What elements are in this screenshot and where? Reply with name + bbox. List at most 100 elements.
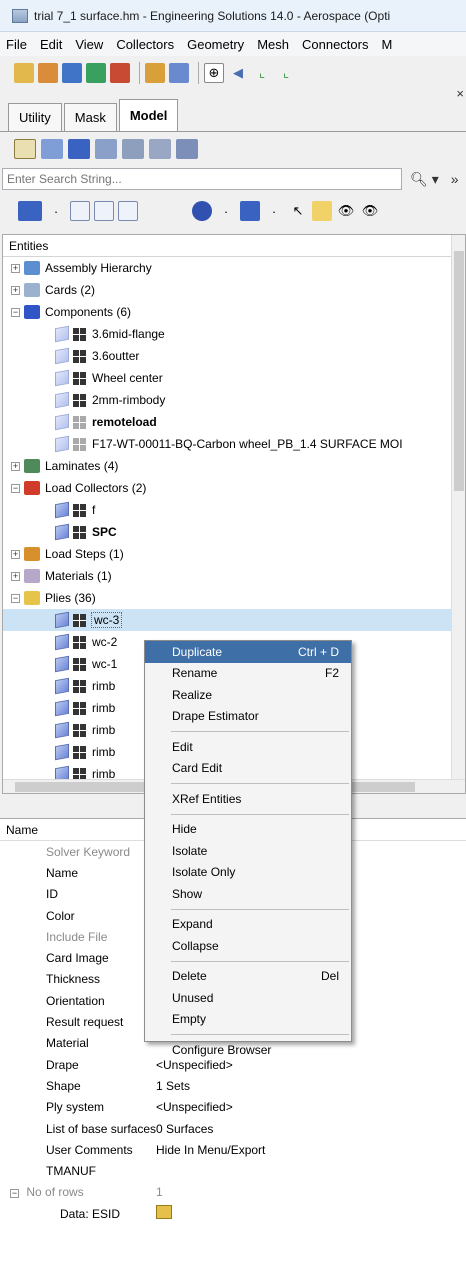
mesh-display-icon[interactable] [73,371,86,385]
tab-mask[interactable]: Mask [63,103,117,131]
tree-row-cards[interactable]: + Cards (2) [3,279,465,301]
axis-x-icon[interactable]: ⌞ [252,63,272,83]
component-visibility-icon[interactable] [55,743,69,761]
collapse-icon[interactable]: − [10,1189,19,1199]
mesh-display-icon[interactable] [73,503,86,517]
zoom-icon[interactable]: ⊕ [204,63,224,83]
display-mode-icon[interactable] [192,201,212,221]
component-view-icon[interactable] [68,139,90,159]
component-visibility-icon[interactable] [55,677,69,695]
menu-view[interactable]: View [75,37,103,52]
menu-item-delete[interactable]: Delete Del [145,966,351,988]
dropdown-arrow-icon[interactable]: · [216,201,236,221]
menu-item-duplicate[interactable]: Duplicate Ctrl + D [145,641,351,663]
tree-row-component[interactable]: 3.6mid-flange [3,323,465,345]
mesh-display-icon[interactable] [73,437,86,451]
tree-row-plies[interactable]: − Plies (36) [3,587,465,609]
component-select-icon[interactable] [240,201,260,221]
mesh-display-icon[interactable] [73,635,86,649]
menu-item-collapse[interactable]: Collapse [145,935,351,957]
tree-row-laminates[interactable]: + Laminates (4) [3,455,465,477]
scrollbar-thumb[interactable] [454,251,464,491]
tree-row-ply-selected[interactable]: wc-3 [3,609,465,631]
tree-row-load-steps[interactable]: + Load Steps (1) [3,543,465,565]
open-model-icon[interactable] [14,63,34,83]
property-row[interactable]: TMANUF [0,1160,466,1181]
mesh-display-icon[interactable] [73,393,86,407]
tab-utility[interactable]: Utility [8,103,62,131]
mesh-display-icon[interactable] [73,613,86,627]
menu-item-empty[interactable]: Empty [145,1009,351,1031]
load-view-icon[interactable] [95,139,117,159]
solver-view-icon[interactable] [176,139,198,159]
component-visibility-icon[interactable] [55,369,69,387]
expand-icon[interactable]: + [11,549,20,559]
tree-row-component[interactable]: 2mm-rimbody [3,389,465,411]
component-visibility-icon[interactable] [55,611,69,629]
tree-row-load-collector[interactable]: SPC [3,521,465,543]
expand-icon[interactable]: + [11,263,20,273]
run-solver-icon[interactable] [110,63,130,83]
material-view-icon[interactable] [122,139,144,159]
mesh-display-icon[interactable] [73,745,86,759]
menu-connectors[interactable]: Connectors [302,37,368,52]
menu-item-expand[interactable]: Expand [145,914,351,936]
search-icon[interactable]: 🔍︎▾ » [410,171,462,188]
menu-edit[interactable]: Edit [40,37,62,52]
component-visibility-icon[interactable] [55,435,69,453]
create-component-icon[interactable] [18,201,42,221]
property-row[interactable]: User Comments Hide In Menu/Export [0,1139,466,1160]
component-visibility-icon[interactable] [55,633,69,651]
property-row[interactable]: List of base surfaces 0 Surfaces [0,1118,466,1139]
mesh-display-icon[interactable] [73,723,86,737]
menu-file[interactable]: File [6,37,27,52]
component-visibility-icon[interactable] [55,413,69,431]
dropdown-arrow-icon[interactable]: · [264,201,284,221]
menu-item-drape-estimator[interactable]: Drape Estimator [145,706,351,728]
mesh-display-icon[interactable] [73,657,86,671]
tree-vertical-scrollbar[interactable] [451,235,465,793]
tree-row-load-collector[interactable]: f [3,499,465,521]
pointer-icon[interactable]: ↖ [288,201,308,221]
menu-item-isolate[interactable]: Isolate [145,840,351,862]
tree-row-component[interactable]: 3.6outter [3,345,465,367]
collapse-icon[interactable]: − [11,593,20,603]
tree-row-materials[interactable]: + Materials (1) [3,565,465,587]
property-row[interactable]: − No of rows 1 [0,1182,466,1203]
menu-item-isolate-only[interactable]: Isolate Only [145,862,351,884]
data-table-icon[interactable] [156,1205,172,1220]
menu-item-xref-entities[interactable]: XRef Entities [145,788,351,810]
component-visibility-icon[interactable] [55,347,69,365]
dropdown-arrow-icon[interactable]: · [46,201,66,221]
save-model-icon[interactable] [62,63,82,83]
mesh-display-icon[interactable] [73,525,86,539]
folder-icon[interactable] [312,201,332,221]
tree-row-assembly[interactable]: + Assembly Hierarchy [3,257,465,279]
menu-mesh[interactable]: Mesh [257,37,289,52]
component-visibility-icon[interactable] [55,325,69,343]
menu-item-rename[interactable]: Rename F2 [145,663,351,685]
tree-row-component[interactable]: remoteload [3,411,465,433]
search-input[interactable] [2,168,402,190]
color-palette-icon[interactable] [169,63,189,83]
user-profile-icon[interactable] [145,63,165,83]
tree-row-component[interactable]: Wheel center [3,367,465,389]
mesh-display-icon[interactable] [73,327,86,341]
show-one-icon[interactable]: 👁︎ [360,201,380,221]
property-row[interactable]: Ply system <Unspecified> [0,1097,466,1118]
expand-icon[interactable]: + [11,285,20,295]
menu-item-hide[interactable]: Hide [145,819,351,841]
tab-model[interactable]: Model [118,99,179,131]
tree-row-component[interactable]: F17-WT-00011-BQ-Carbon wheel_PB_1.4 SURF… [3,433,465,455]
component-visibility-icon[interactable] [55,523,69,541]
menu-more[interactable]: M [381,37,392,52]
property-row[interactable]: Shape 1 Sets [0,1075,466,1096]
component-visibility-icon[interactable] [55,699,69,717]
mesh-display-icon[interactable] [73,679,86,693]
rotate-left-icon[interactable]: ◀ [228,63,248,83]
export-icon[interactable] [86,63,106,83]
collapse-icon[interactable]: − [11,483,20,493]
component-visibility-icon[interactable] [55,501,69,519]
tree-row-load-collectors[interactable]: − Load Collectors (2) [3,477,465,499]
property-view-icon[interactable] [149,139,171,159]
